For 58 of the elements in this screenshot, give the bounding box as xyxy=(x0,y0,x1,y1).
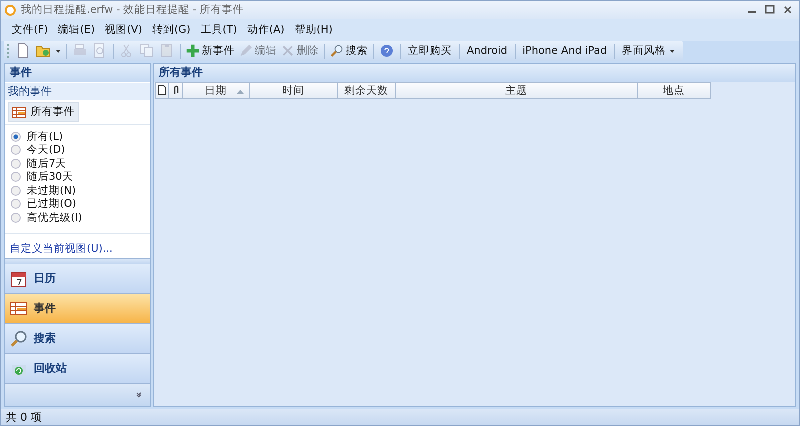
panel-header: 所有事件 xyxy=(154,64,795,82)
column-header[interactable]: 时间 xyxy=(250,82,338,99)
radio-option[interactable]: 今天(D) xyxy=(11,144,150,157)
toolbar-button[interactable]: 搜索 xyxy=(328,42,370,60)
sort-arrow-icon xyxy=(237,90,244,94)
copy-icon xyxy=(139,43,155,59)
grid-icon xyxy=(12,106,26,118)
radio-option[interactable]: 已过期(O) xyxy=(11,198,150,211)
nav-button[interactable]: 回收站 xyxy=(5,354,150,384)
magnifier-icon xyxy=(10,330,28,348)
help-icon xyxy=(379,43,395,59)
calendar-icon xyxy=(10,270,28,288)
column-header[interactable]: 剩余天数 xyxy=(338,82,396,99)
column-header[interactable]: 主题 xyxy=(396,82,638,99)
radio-option[interactable]: 随后30天 xyxy=(11,170,150,184)
toolbar-button[interactable]: Android xyxy=(463,42,512,60)
view-item[interactable]: 所有事件 xyxy=(8,102,79,122)
nav-button[interactable]: 事件 xyxy=(5,294,150,324)
nav-button[interactable]: 搜索 xyxy=(5,324,150,354)
chevron-icon[interactable] xyxy=(136,392,142,398)
nav-button[interactable]: 日历 xyxy=(5,264,150,294)
radio-option[interactable]: 高优先级(I) xyxy=(11,211,150,224)
column-header[interactable]: 地点 xyxy=(638,82,711,99)
column-header[interactable] xyxy=(169,82,183,99)
document-icon xyxy=(157,85,167,96)
menu-item[interactable]: 转到(G) xyxy=(151,22,192,38)
pencil-icon xyxy=(239,44,253,58)
app-icon xyxy=(5,4,16,16)
toolbar-button[interactable]: 新事件 xyxy=(184,42,237,60)
column-header[interactable]: 日期 xyxy=(183,82,250,99)
panel-header: 事件 xyxy=(5,64,150,82)
clipboard-icon xyxy=(159,43,175,59)
cross-icon xyxy=(281,44,295,58)
dropdown-arrow-icon xyxy=(670,50,676,52)
toolbar-button[interactable]: iPhone And iPad xyxy=(518,42,612,60)
radio-option[interactable]: 未过期(N) xyxy=(11,184,150,198)
column-header[interactable] xyxy=(155,82,169,99)
window-title: 我的日程提醒.erfw - 效能日程提醒 - 所有事件 xyxy=(21,3,244,17)
toolbar-menu-button[interactable]: 界面风格 xyxy=(618,42,680,60)
radio-option[interactable]: 所有(L) xyxy=(11,130,150,144)
menu-item[interactable]: 工具(T) xyxy=(200,22,238,38)
section-label: 我的事件 xyxy=(5,83,150,100)
radio-option[interactable]: 随后7天 xyxy=(11,157,150,170)
menu-item[interactable]: 文件(F) xyxy=(11,22,50,38)
menu-item[interactable]: 视图(V) xyxy=(104,22,144,38)
status-text: 共 0 项 xyxy=(6,410,42,424)
dropdown-arrow-icon xyxy=(56,50,61,52)
magnifier-icon xyxy=(330,44,344,58)
splitter-handle[interactable] xyxy=(5,258,150,264)
close-button[interactable] xyxy=(783,5,793,15)
grid-icon xyxy=(10,300,28,318)
toolbar-button[interactable]: 立即购买 xyxy=(404,42,456,60)
maximize-button[interactable] xyxy=(765,5,775,15)
menu-item[interactable]: 动作(A) xyxy=(246,22,286,38)
customize-link[interactable]: 自定义当前视图(U)... xyxy=(10,242,113,254)
plus-icon xyxy=(186,44,200,58)
menu-item[interactable]: 帮助(H) xyxy=(294,22,334,38)
menu-item[interactable]: 编辑(E) xyxy=(57,22,96,38)
